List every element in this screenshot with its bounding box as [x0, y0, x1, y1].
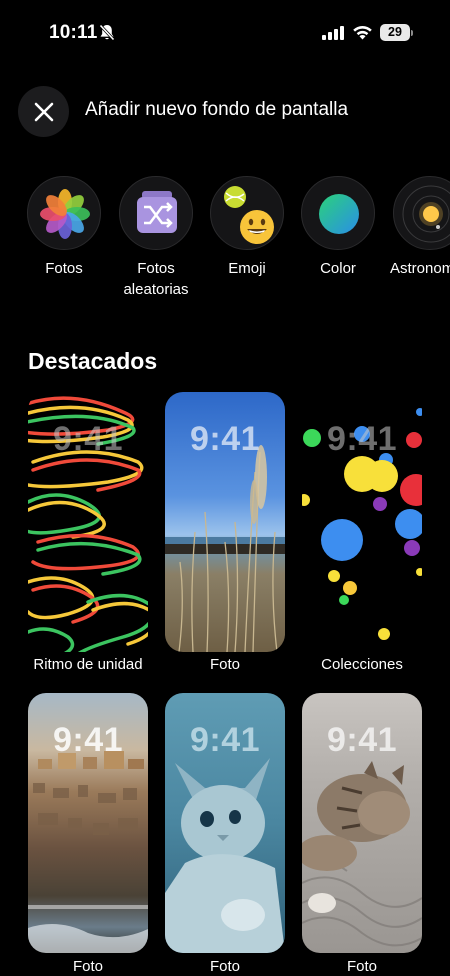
emoji-icon	[210, 176, 284, 250]
page-title: Añadir nuevo fondo de pantalla	[85, 99, 349, 120]
card-label: Foto	[209, 656, 240, 673]
lock-screen-time: 9:41	[52, 420, 124, 458]
lock-screen-time: 9:41	[189, 721, 261, 759]
color-icon	[301, 176, 375, 250]
card-label: Ritmo de unidad	[33, 656, 143, 673]
lock-screen-time: 9:41	[52, 721, 124, 759]
category-label: Astronomía	[390, 260, 450, 277]
wallpaper-card-collections[interactable]: 9:41	[302, 392, 422, 652]
category-random-photos[interactable]: Fotos aleatorias	[110, 176, 202, 300]
lock-screen-time: 9:41	[189, 420, 261, 458]
category-color[interactable]: Color	[292, 176, 384, 279]
category-emoji[interactable]: Emoji	[201, 176, 293, 279]
category-label: Fotos aleatorias	[123, 260, 189, 298]
card-label: Foto	[346, 958, 377, 975]
battery-tip	[411, 30, 413, 36]
wallpaper-category-row[interactable]: Fotos Fotos aleatorias Emoji Color Astro…	[0, 176, 450, 306]
category-label: Fotos	[45, 260, 83, 277]
category-label: Emoji	[228, 260, 266, 277]
status-time: 10:11	[49, 22, 98, 43]
status-bar: 10:11 29	[0, 0, 450, 62]
wallpaper-card-unity[interactable]: 9:41	[28, 392, 148, 652]
card-label: Foto	[209, 958, 240, 975]
astronomy-icon	[393, 176, 450, 250]
bell-slash-icon	[98, 23, 116, 47]
category-label: Color	[320, 260, 356, 277]
card-label: Foto	[72, 958, 103, 975]
lock-screen-time: 9:41	[326, 721, 398, 759]
battery-indicator: 29	[380, 24, 410, 41]
wallpaper-card-photo-kitten[interactable]: 9:41	[165, 693, 285, 953]
shuffle-icon	[119, 176, 193, 250]
category-astronomy[interactable]: Astronomía	[384, 176, 450, 279]
card-label: Colecciones	[321, 656, 403, 673]
category-photos[interactable]: Fotos	[18, 176, 110, 279]
wifi-icon	[352, 24, 373, 45]
section-title: Destacados	[28, 348, 158, 374]
wallpaper-card-photo-cat[interactable]: 9:41	[302, 693, 422, 953]
close-button[interactable]	[18, 86, 69, 137]
close-icon	[34, 102, 53, 121]
lock-screen-time: 9:41	[326, 420, 398, 458]
cellular-signal-icon	[322, 26, 344, 45]
photos-icon	[27, 176, 101, 250]
wallpaper-card-photo-town[interactable]: 9:41	[28, 693, 148, 953]
wallpaper-card-photo-beach[interactable]: 9:41	[165, 392, 285, 652]
